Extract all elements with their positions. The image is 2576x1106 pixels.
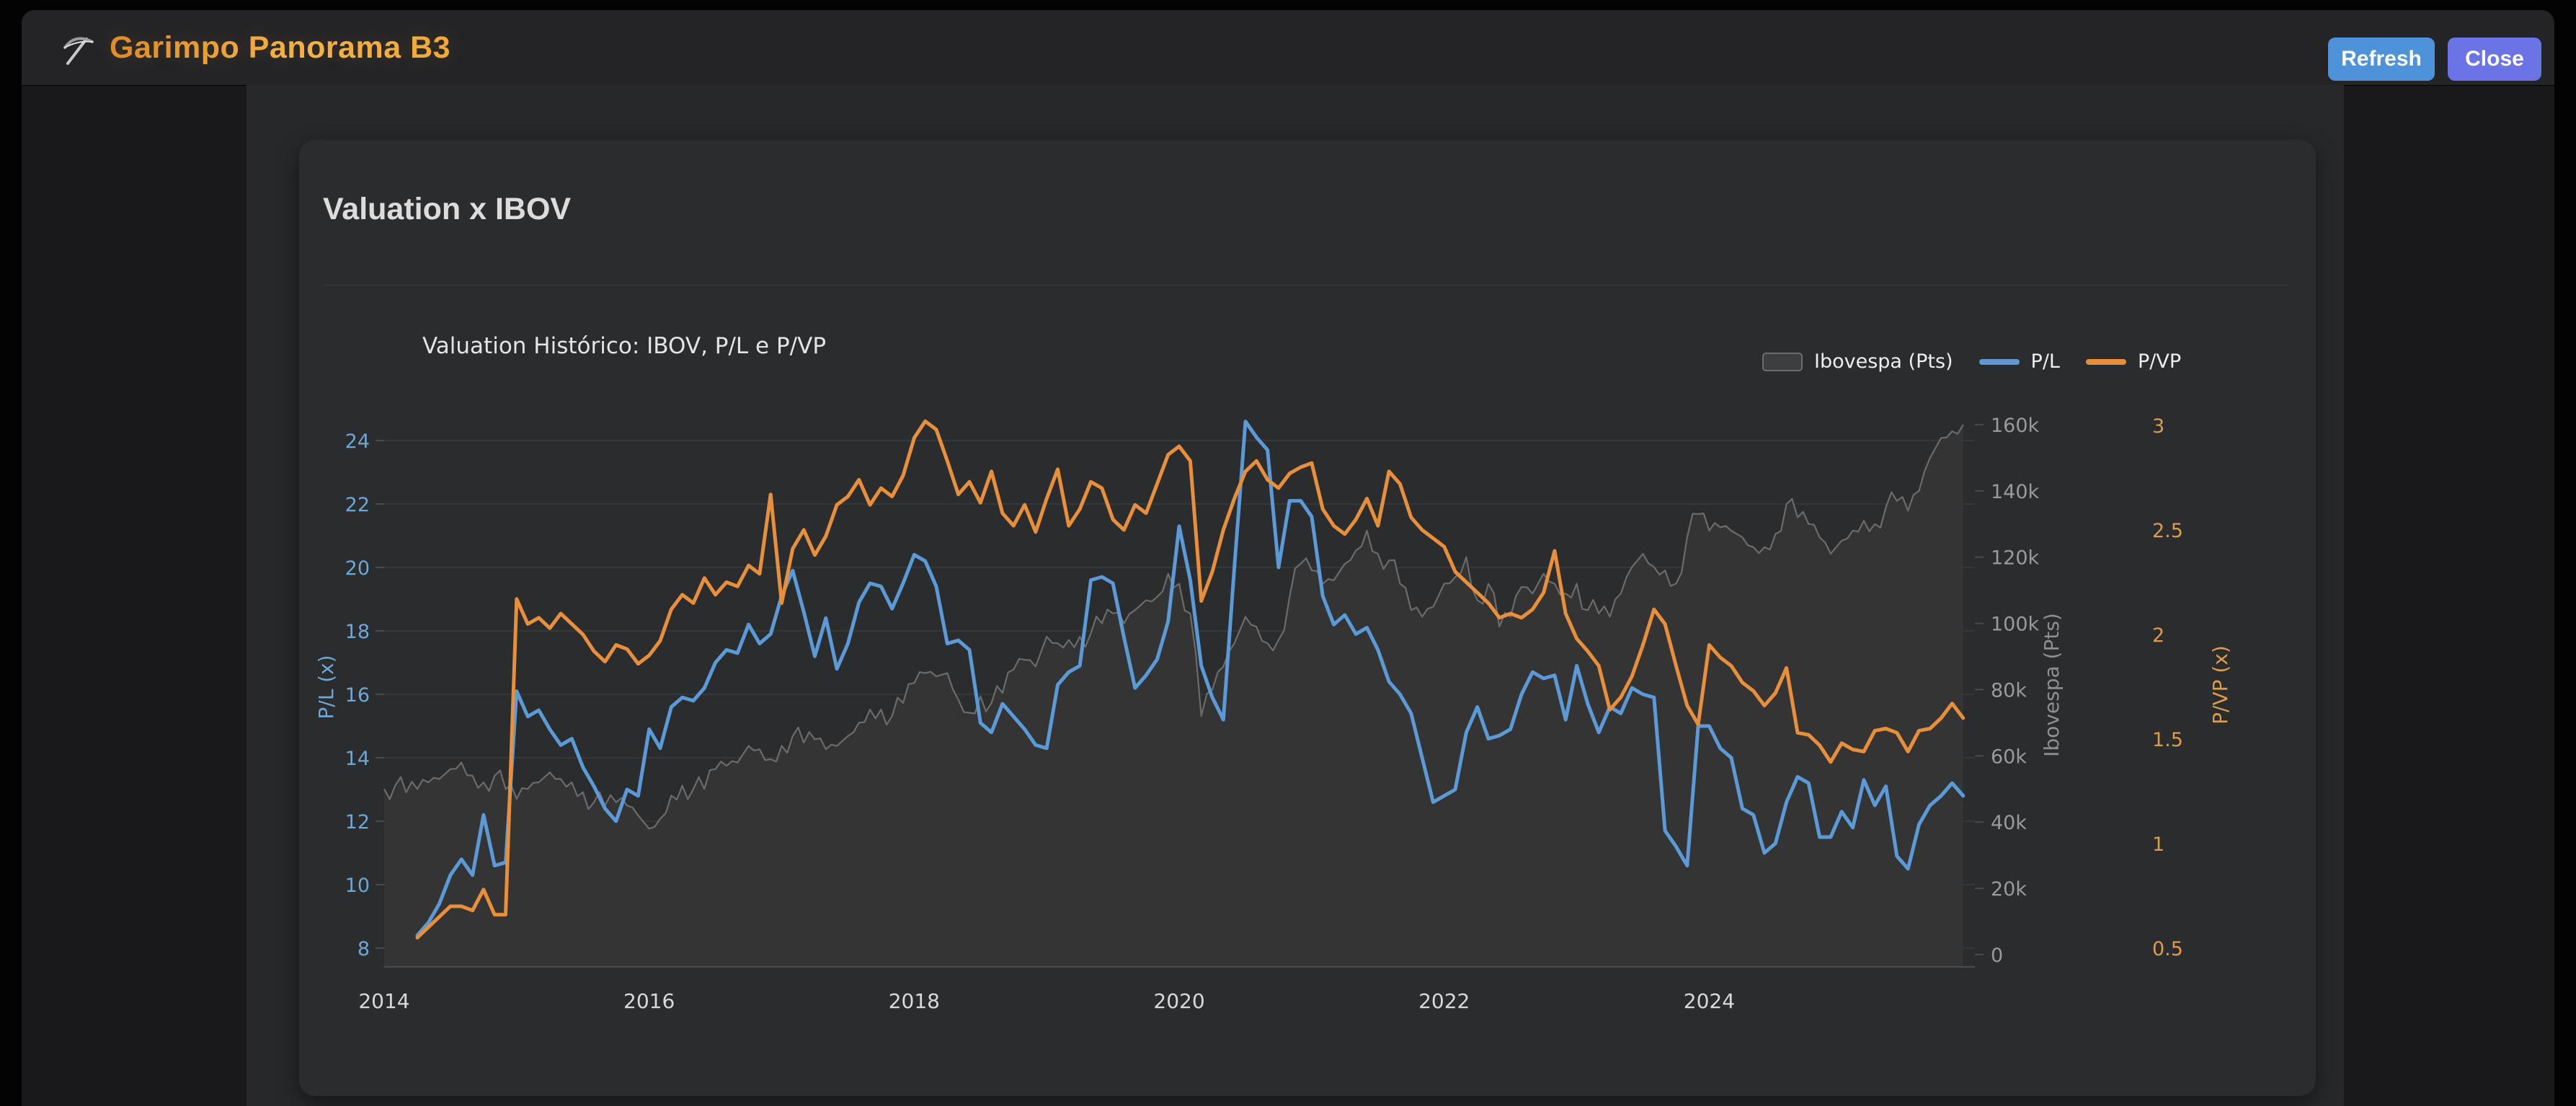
pl-line-swatch xyxy=(1979,359,2020,365)
legend-label: Ibovespa (Pts) xyxy=(1814,350,1953,373)
card-title: Valuation x IBOV xyxy=(323,192,571,227)
legend-item-pvp[interactable]: P/VP xyxy=(2086,350,2181,373)
refresh-button[interactable]: Refresh xyxy=(2328,37,2435,81)
legend-item-ibovespa[interactable]: Ibovespa (Pts) xyxy=(1762,350,1953,373)
valuation-card: Valuation x IBOV Valuation Histórico: IB… xyxy=(299,140,2316,1096)
pvp-line-swatch xyxy=(2086,359,2126,365)
ibovespa-area-swatch xyxy=(1762,353,1803,371)
pickaxe-icon[interactable] xyxy=(59,30,97,68)
legend-label: P/VP xyxy=(2138,350,2181,373)
legend-label: P/L xyxy=(2031,350,2060,373)
app-title: Garimpo Panorama B3 xyxy=(110,10,450,85)
close-button[interactable]: Close xyxy=(2448,37,2541,81)
content-column: Valuation x IBOV Valuation Histórico: IB… xyxy=(247,85,2344,1106)
chart-title: Valuation Histórico: IBOV, P/L e P/VP xyxy=(422,333,826,359)
app-window: Garimpo Panorama B3 Refresh Close Valuat… xyxy=(22,10,2554,1106)
divider xyxy=(323,285,2289,286)
legend-item-pl[interactable]: P/L xyxy=(1979,350,2060,373)
top-bar: Garimpo Panorama B3 Refresh Close xyxy=(22,10,2554,85)
page: Garimpo Panorama B3 Refresh Close Valuat… xyxy=(0,0,2576,1106)
chart-legend: Ibovespa (Pts) P/L P/VP xyxy=(1762,350,2181,373)
